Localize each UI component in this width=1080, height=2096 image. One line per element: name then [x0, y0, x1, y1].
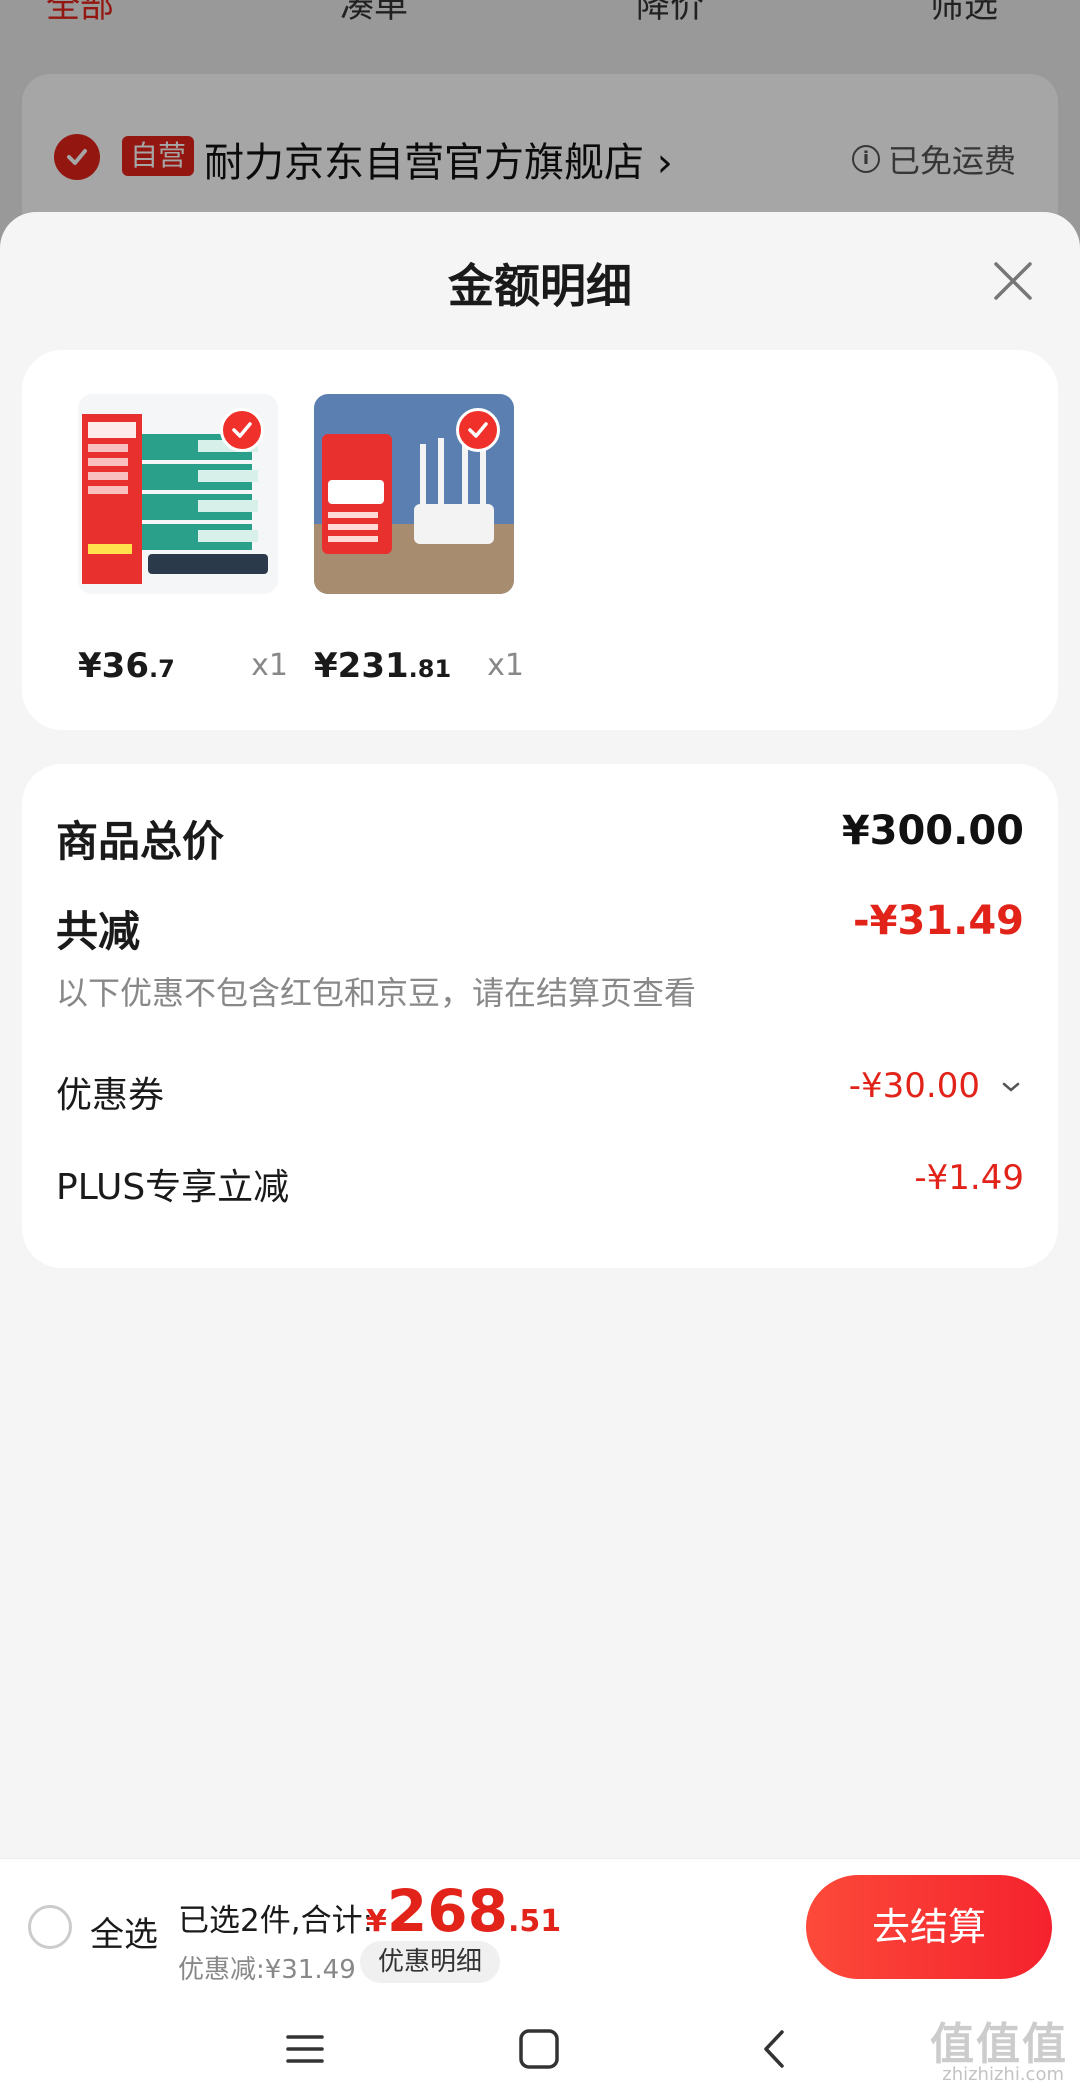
product-price-row: ¥231.81 x1 [314, 646, 524, 686]
product-price-row: ¥36.7 x1 [78, 646, 288, 686]
selected-count-text: 已选2件,合计: [178, 1903, 374, 1939]
grand-total: ¥268.51 [366, 1877, 562, 1945]
select-all-radio[interactable] [28, 1905, 72, 1949]
total-reduction-value: -¥31.49 [853, 898, 1024, 944]
close-icon[interactable] [988, 256, 1038, 306]
back-icon[interactable] [752, 2026, 798, 2072]
coupon-label: 优惠券 [56, 1075, 165, 1116]
coupon-value: -¥30.00 [848, 1066, 980, 1106]
system-nav-bar [0, 1996, 1080, 2096]
product-qty: x1 [251, 648, 288, 683]
selected-check-icon [456, 408, 500, 452]
product-price: ¥231.81 [314, 646, 452, 686]
checkout-bar: 全选 已选2件,合计: ¥268.51 优惠减:¥31.49 优惠明细 去结算 [0, 1858, 1080, 1996]
plus-discount-value: -¥1.49 [914, 1158, 1024, 1198]
plus-discount-label: PLUS专享立减 [56, 1167, 290, 1208]
recent-apps-icon[interactable] [282, 2026, 328, 2072]
price-summary-card: 商品总价 ¥300.00 共减 -¥31.49 以下优惠不包含红包和京豆，请在结… [22, 764, 1058, 1268]
reduction-note: 以下优惠不包含红包和京豆，请在结算页查看 [56, 974, 697, 1012]
watermark-url: zhizhizhi.com [942, 2064, 1064, 2085]
product-price: ¥36.7 [78, 646, 175, 686]
total-reduction-label: 共减 [56, 907, 141, 956]
total-price-label: 商品总价 [56, 817, 225, 866]
discount-summary: 优惠减:¥31.49 [178, 1955, 356, 1985]
total-price-value: ¥300.00 [841, 808, 1024, 854]
product-image[interactable] [314, 394, 514, 594]
discount-detail-button[interactable]: 优惠明细 [360, 1941, 501, 1983]
product-item[interactable]: ¥36.7 x1 [78, 394, 288, 686]
select-all-label[interactable]: 全选 [90, 1907, 158, 1956]
home-icon[interactable] [516, 2026, 562, 2072]
checkout-button[interactable]: 去结算 [806, 1875, 1052, 1979]
watermark-logo: 值值值 [930, 2019, 1068, 2070]
product-qty: x1 [487, 648, 524, 683]
products-card: ¥36.7 x1 ¥231.81 x1 [22, 350, 1058, 730]
chevron-down-icon[interactable] [998, 1074, 1024, 1100]
sheet-title: 金额明细 [448, 259, 632, 313]
product-image[interactable] [78, 394, 278, 594]
selected-check-icon [220, 408, 264, 452]
product-item[interactable]: ¥231.81 x1 [314, 394, 524, 686]
amount-detail-sheet: 金额明细 ¥36.7 x1 ¥231.81 x1 商品总价 ¥300.00 共减… [0, 212, 1080, 2096]
